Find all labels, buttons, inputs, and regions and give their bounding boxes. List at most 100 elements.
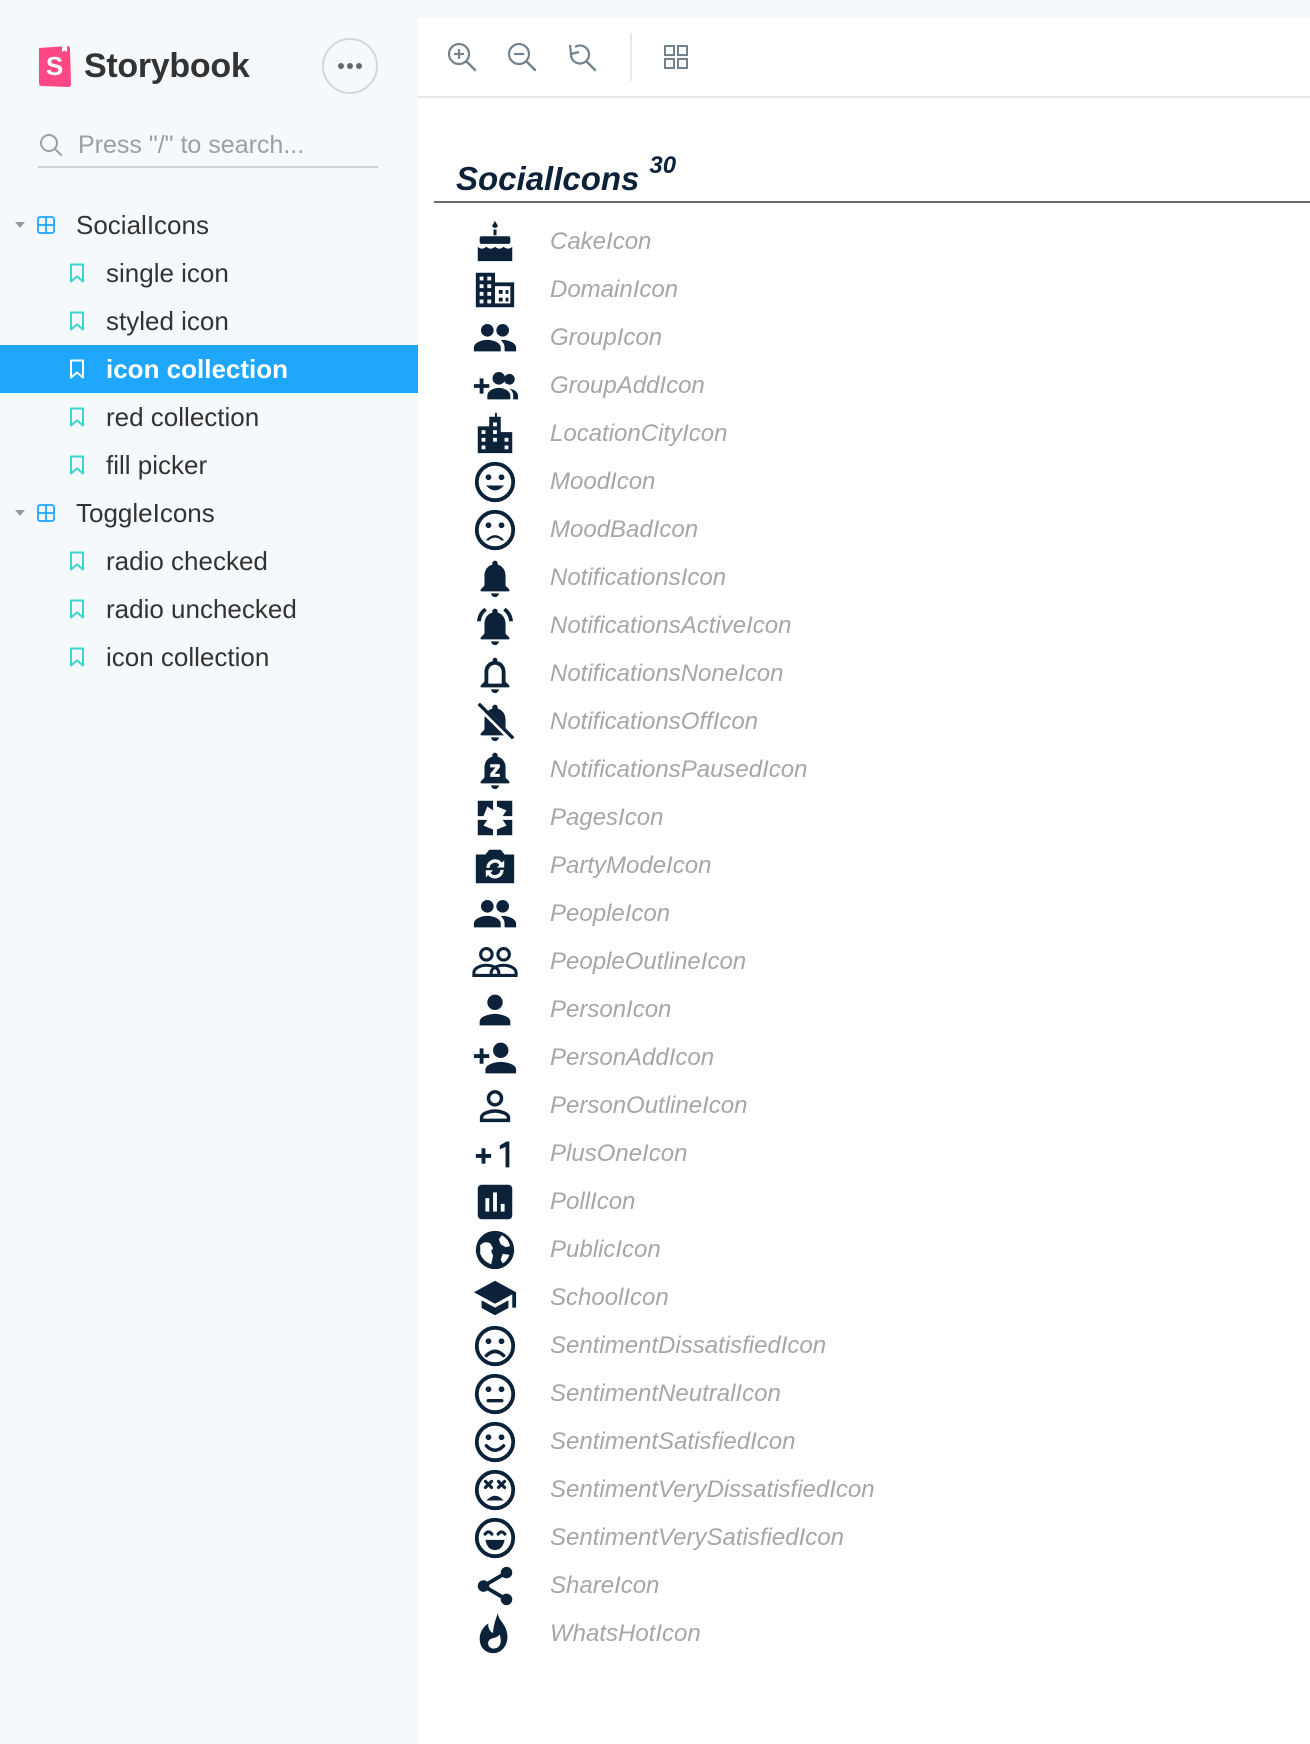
icon-list-item: SentimentVeryDissatisfiedIcon bbox=[472, 1466, 875, 1514]
icon-list-item: ShareIcon bbox=[472, 1562, 875, 1610]
icon-label: SentimentVeryDissatisfiedIcon bbox=[550, 1476, 875, 1503]
zoom-reset-button[interactable] bbox=[564, 39, 600, 75]
poll-icon bbox=[477, 1184, 513, 1220]
icon-list-item: MoodBadIcon bbox=[472, 506, 875, 554]
sidebar-item-single-icon[interactable]: single icon bbox=[0, 249, 418, 297]
plus-one-icon bbox=[475, 1141, 510, 1168]
icon-list-item: PersonOutlineIcon bbox=[472, 1082, 875, 1130]
people-outline-icon bbox=[472, 947, 518, 977]
icon-label: PersonOutlineIcon bbox=[550, 1092, 748, 1119]
sidebar: S Storybook SocialIcons single icon styled… bbox=[0, 0, 418, 1744]
sidebar-group-label: ToggleIcons bbox=[76, 497, 215, 528]
zoom-out-button[interactable] bbox=[504, 39, 540, 75]
sidebar-item-label: radio unchecked bbox=[106, 593, 297, 624]
sidebar-item-radio-checked[interactable]: radio checked bbox=[0, 537, 418, 585]
icon-list-item: PublicIcon bbox=[472, 1226, 875, 1274]
icon-list-item: SentimentDissatisfiedIcon bbox=[472, 1322, 875, 1370]
brand[interactable]: S Storybook bbox=[36, 42, 250, 90]
icon-list-item: NotificationsNoneIcon bbox=[472, 650, 875, 698]
storybook-logo-icon: S bbox=[39, 45, 71, 87]
zoom-in-icon bbox=[447, 42, 477, 72]
sidebar-item-label: radio checked bbox=[106, 545, 268, 576]
more-options-button[interactable] bbox=[322, 38, 378, 94]
person-outline-icon bbox=[479, 1090, 511, 1123]
sidebar-group-toggleicons[interactable]: ToggleIcons bbox=[0, 489, 418, 537]
icon-label: MoodBadIcon bbox=[550, 516, 699, 543]
preview-panel: SocialIcons 30 CakeIcon DomainIcon GroupIc… bbox=[418, 18, 1310, 1744]
sidebar-item-label: icon collection bbox=[106, 353, 289, 384]
search-input[interactable] bbox=[78, 125, 368, 165]
icon-list: CakeIcon DomainIcon GroupIcon GroupAddIcon L… bbox=[472, 218, 875, 1658]
icon-count: 30 bbox=[649, 152, 677, 179]
zoom-out-icon bbox=[507, 42, 537, 72]
icon-label: PollIcon bbox=[550, 1188, 636, 1215]
bookmark-icon bbox=[70, 407, 84, 427]
person-icon bbox=[479, 994, 511, 1026]
grid-toggle-button[interactable] bbox=[658, 39, 694, 75]
icon-label: PersonIcon bbox=[550, 996, 672, 1023]
notifications-none-icon bbox=[480, 657, 510, 694]
sidebar-item-icon-collection[interactable]: icon collection bbox=[0, 633, 418, 681]
school-icon bbox=[473, 1280, 517, 1316]
icon-label: PartyModeIcon bbox=[550, 852, 712, 879]
whats-hot-icon bbox=[479, 1612, 508, 1654]
icon-label: NotificationsPausedIcon bbox=[550, 756, 808, 783]
public-icon bbox=[475, 1230, 515, 1270]
icon-list-item: CakeIcon bbox=[472, 218, 875, 266]
search-bar bbox=[38, 124, 378, 168]
sidebar-item-icon-collection[interactable]: icon collection bbox=[0, 345, 418, 393]
sidebar-item-label: fill picker bbox=[106, 449, 208, 480]
sidebar-item-red-collection[interactable]: red collection bbox=[0, 393, 418, 441]
icon-list-item: WhatsHotIcon bbox=[472, 1610, 875, 1658]
component-icon bbox=[37, 216, 55, 234]
icon-label: WhatsHotIcon bbox=[550, 1620, 701, 1647]
domain-icon bbox=[475, 272, 515, 308]
icon-list-item: PeopleOutlineIcon bbox=[472, 938, 875, 986]
sidebar-item-radio-unchecked[interactable]: radio unchecked bbox=[0, 585, 418, 633]
icon-label: SentimentNeutralIcon bbox=[550, 1380, 781, 1407]
icon-label: SentimentSatisfiedIcon bbox=[550, 1428, 796, 1455]
cake-icon bbox=[477, 220, 513, 262]
pages-icon bbox=[477, 800, 513, 836]
icon-list-item: GroupAddIcon bbox=[472, 362, 875, 410]
brand-name: Storybook bbox=[84, 46, 250, 85]
group-add-icon bbox=[473, 372, 518, 400]
toolbar bbox=[418, 18, 1310, 98]
icon-list-item: PagesIcon bbox=[472, 794, 875, 842]
zoom-reset-icon bbox=[568, 44, 597, 72]
icon-label: PeopleOutlineIcon bbox=[550, 948, 747, 975]
icon-list-item: DomainIcon bbox=[472, 266, 875, 314]
icon-list-item: SentimentVerySatisfiedIcon bbox=[472, 1514, 875, 1562]
zoom-in-button[interactable] bbox=[444, 39, 480, 75]
collection-heading: SocialIcons 30 bbox=[456, 136, 676, 206]
icon-label: NotificationsOffIcon bbox=[550, 708, 759, 735]
icon-list-item: NotificationsOffIcon bbox=[472, 698, 875, 746]
sidebar-item-label: icon collection bbox=[106, 641, 270, 672]
sidebar-group-socialicons[interactable]: SocialIcons bbox=[0, 201, 418, 249]
icon-label: PagesIcon bbox=[550, 804, 664, 831]
icon-list-item: NotificationsPausedIcon bbox=[472, 746, 875, 794]
story-tree: SocialIcons single icon styled icon icon co… bbox=[0, 201, 418, 681]
caret-down-icon bbox=[15, 222, 25, 228]
sidebar-item-styled-icon[interactable]: styled icon bbox=[0, 297, 418, 345]
icon-list-item: PeopleIcon bbox=[472, 890, 875, 938]
search-icon bbox=[40, 134, 62, 156]
group-icon bbox=[473, 324, 517, 352]
icon-label: NotificationsNoneIcon bbox=[550, 660, 784, 687]
ellipsis-icon bbox=[338, 63, 362, 69]
sentiment-very-dissatisfied-icon bbox=[474, 1469, 516, 1511]
person-add-icon bbox=[473, 1042, 517, 1074]
sentiment-very-satisfied-icon bbox=[474, 1517, 516, 1559]
sentiment-dissatisfied-icon bbox=[474, 1325, 516, 1367]
icon-label: NotificationsIcon bbox=[550, 564, 727, 591]
heading-divider bbox=[434, 201, 1310, 203]
bookmark-icon bbox=[70, 455, 84, 475]
sidebar-item-label: red collection bbox=[106, 401, 260, 432]
icon-label: CakeIcon bbox=[550, 228, 652, 255]
icon-label: SentimentDissatisfiedIcon bbox=[550, 1332, 827, 1359]
sidebar-item-fill-picker[interactable]: fill picker bbox=[0, 441, 418, 489]
bookmark-icon bbox=[70, 599, 84, 619]
icon-label: NotificationsActiveIcon bbox=[550, 612, 792, 639]
people-icon bbox=[473, 900, 517, 928]
icon-label: ShareIcon bbox=[550, 1572, 660, 1599]
